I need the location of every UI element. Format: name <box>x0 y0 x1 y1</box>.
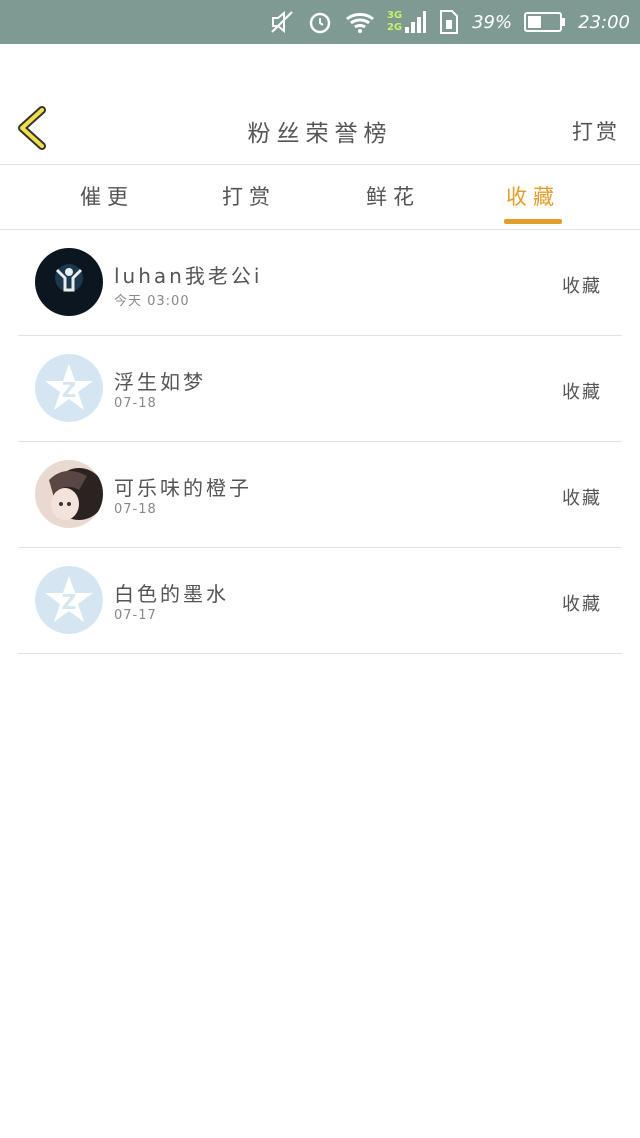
network-label: 3G 2G <box>386 10 403 33</box>
item-date: 07-17 <box>114 608 157 623</box>
tab-bar: 催更 打赏 鲜花 收藏 <box>0 165 640 230</box>
signal-icon <box>405 11 427 33</box>
avatar[interactable] <box>35 460 103 528</box>
sim-icon <box>440 10 459 34</box>
header-bar: 粉丝荣誉榜 打赏 <box>0 44 640 165</box>
user-name: 可乐味的橙子 <box>114 476 252 500</box>
alarm-icon <box>309 12 331 34</box>
list-item[interactable]: Z 浮生如梦 07-18 收藏 <box>18 336 622 442</box>
item-action: 收藏 <box>562 382 602 403</box>
battery-icon <box>524 12 566 32</box>
user-name: luhan我老公i <box>114 264 263 288</box>
status-time: 23:00 <box>578 11 630 33</box>
list-item[interactable]: luhan我老公i 今天 03:00 收藏 <box>18 230 622 336</box>
qq-default-avatar[interactable]: Z <box>35 566 103 634</box>
tab-flowers[interactable]: 鲜花 <box>366 181 420 211</box>
item-action: 收藏 <box>562 594 602 615</box>
svg-text:Z: Z <box>62 378 77 402</box>
user-name: 白色的墨水 <box>114 582 229 606</box>
reward-button[interactable]: 打赏 <box>572 116 620 146</box>
svg-text:Z: Z <box>62 590 77 614</box>
user-name: 浮生如梦 <box>114 370 206 394</box>
fan-list: luhan我老公i 今天 03:00 收藏 Z 浮生如梦 07-18 收藏 可乐… <box>18 230 622 654</box>
item-action: 收藏 <box>562 488 602 509</box>
tab-urge[interactable]: 催更 <box>80 181 134 211</box>
tab-favorites[interactable]: 收藏 <box>506 181 560 211</box>
avatar[interactable] <box>35 248 103 316</box>
tab-reward[interactable]: 打赏 <box>222 181 276 211</box>
status-bar: 3G 2G 39% 23:00 <box>0 0 640 44</box>
item-date: 今天 03:00 <box>114 294 190 309</box>
battery-percent: 39% <box>472 11 513 33</box>
wifi-icon <box>345 13 374 33</box>
item-date: 07-18 <box>114 396 157 411</box>
active-tab-indicator <box>504 219 562 224</box>
list-item[interactable]: 可乐味的橙子 07-18 收藏 <box>18 442 622 548</box>
item-date: 07-18 <box>114 502 157 517</box>
mute-icon <box>271 10 293 34</box>
list-item[interactable]: Z 白色的墨水 07-17 收藏 <box>18 548 622 654</box>
page-title: 粉丝荣誉榜 <box>247 121 393 147</box>
qq-default-avatar[interactable]: Z <box>35 354 103 422</box>
item-action: 收藏 <box>562 276 602 297</box>
